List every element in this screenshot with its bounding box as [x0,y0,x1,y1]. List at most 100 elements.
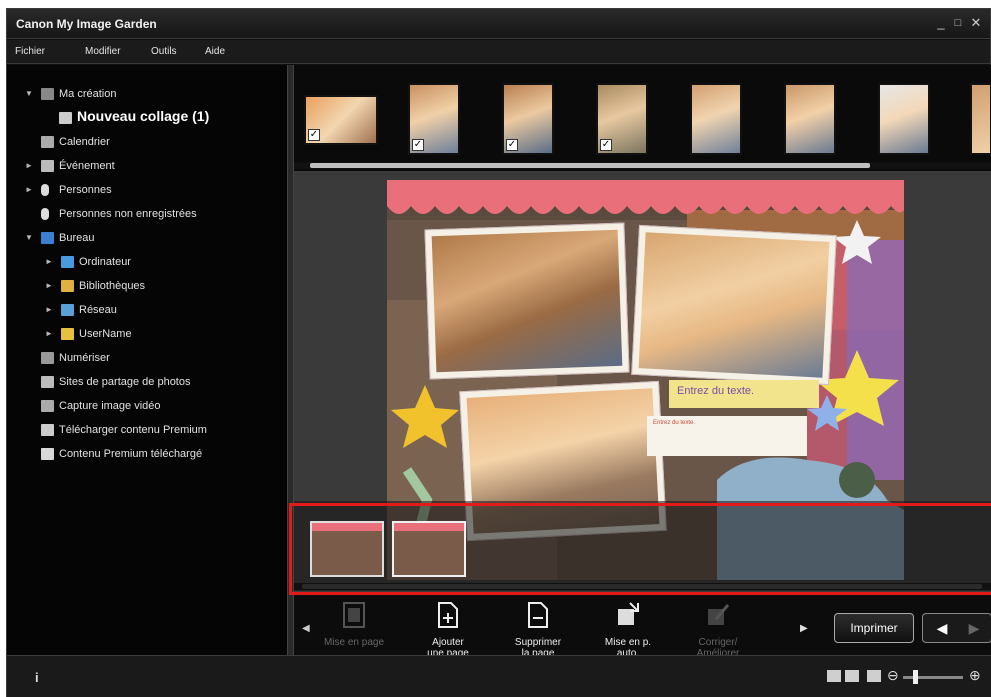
scan-icon [41,352,54,364]
zoom-in-icon[interactable]: ⊕ [969,667,981,684]
download-premium-icon [41,424,54,436]
menu-outils[interactable]: Outils [151,46,177,57]
unregistered-person-icon [41,208,49,220]
sidebar-item-label: Sites de partage de photos [59,376,191,388]
previous-page-icon[interactable]: ◀ [927,618,957,638]
page-thumbnail[interactable] [310,521,384,577]
photo-image [692,85,740,153]
menu-aide[interactable]: Aide [205,46,225,57]
checkbox-checked-icon[interactable]: ✓ [308,129,320,141]
photo-thumbnail[interactable] [970,83,991,155]
sidebar-item-label: Bibliothèques [79,280,146,292]
photo-thumbnail[interactable]: ✓ [408,83,460,155]
expand-arrow-icon[interactable]: ► [45,325,53,343]
toolbar-scroll-left-icon[interactable]: ◀ [302,623,310,634]
photo-thumbnail[interactable]: ✓ [304,95,378,145]
creation-icon [41,88,54,100]
correct-enhance-button[interactable]: Corriger/Améliorer [678,595,758,659]
photo-thumbnail[interactable] [784,83,836,155]
photo-thumbnail-strip: ✓ ✓ ✓ ✓ [294,65,991,171]
text-box-large[interactable]: Entrez du texte. [669,380,819,408]
next-page-icon[interactable]: ▶ [959,618,989,638]
network-icon [61,304,74,316]
delete-page-button[interactable]: Supprimer la page [498,595,578,659]
checkbox-checked-icon[interactable]: ✓ [506,139,518,151]
sidebar-item-label: Numériser [59,352,110,364]
status-bar: i ⊖ ⊕ [7,655,991,697]
photo-thumbnail[interactable] [690,83,742,155]
toolbar-scroll-right-icon[interactable]: ▶ [800,623,808,634]
bottom-toolbar: ◀ Mise en page Ajouter une page Supprimer… [294,595,991,659]
maximize-icon[interactable]: □ [951,15,965,31]
photo-image [638,232,830,378]
photo-thumbnail[interactable]: ✓ [502,83,554,155]
checkbox-checked-icon[interactable]: ✓ [412,139,424,151]
minimize-icon[interactable]: _ [934,15,948,31]
photo-image [880,85,928,153]
view-single-icon[interactable] [827,670,841,682]
text-box-small[interactable]: Entrez du texte. [647,416,807,456]
calendar-icon [41,136,54,148]
panel-splitter[interactable] [287,65,294,655]
menu-fichier[interactable]: Fichier [15,46,45,57]
sidebar-item-label: Personnes [59,184,112,196]
fit-to-window-icon[interactable] [867,670,881,682]
sidebar-item-label: Capture image vidéo [59,400,161,412]
zoom-out-icon[interactable]: ⊖ [887,667,899,684]
scrollbar-thumb[interactable] [310,163,870,168]
menu-modifier[interactable]: Modifier [85,46,121,57]
collage-photo[interactable] [424,222,630,380]
photo-image [431,229,623,373]
print-button[interactable]: Imprimer [834,613,914,643]
zoom-slider[interactable] [903,676,963,679]
sidebar-item-label: Télécharger contenu Premium [59,424,207,436]
title-bar: Canon My Image Garden _ □ ✕ [7,9,990,39]
video-capture-icon [41,400,54,412]
edit-canvas-area: Entrez du texte. Entrez du texte. [294,171,991,580]
correct-enhance-icon [708,604,730,625]
expand-arrow-icon[interactable]: ▼ [25,229,33,247]
main-panel: ✓ ✓ ✓ ✓ Entrez du texte. Entrez du texte… [289,65,991,659]
computer-icon [61,256,74,268]
thumbnail-scrollbar[interactable] [294,162,991,169]
photo-thumbnail[interactable]: ✓ [596,83,648,155]
sidebar-item-label: Personnes non enregistrées [59,208,197,220]
info-icon[interactable]: i [35,670,39,685]
sidebar-item-label: Ma création [59,88,117,100]
add-page-button[interactable]: Ajouter une page [408,595,488,659]
zoom-slider-handle[interactable] [913,670,918,684]
page-thumbnail-selected[interactable] [392,521,466,577]
expand-arrow-icon[interactable]: ► [25,181,33,199]
photo-image [786,85,834,153]
expand-arrow-icon[interactable]: ► [25,157,33,175]
collage-photo[interactable] [631,224,837,386]
sidebar-item-label: Ordinateur [79,256,131,268]
sidebar-item-label: Réseau [79,304,117,316]
close-icon[interactable]: ✕ [969,15,983,31]
scrollbar-thumb[interactable] [302,584,982,589]
checkbox-checked-icon[interactable]: ✓ [600,139,612,151]
add-page-icon [438,602,458,628]
photo-image [972,85,990,153]
layout-button[interactable]: Mise en page [314,595,394,655]
expand-arrow-icon[interactable]: ► [45,253,53,271]
view-double-icon[interactable] [845,670,859,682]
page-banner [312,523,382,531]
page-banner [394,523,464,531]
window-title: Canon My Image Garden [16,17,157,31]
photo-thumbnail[interactable] [878,83,930,155]
desktop-icon [41,232,54,244]
page-thumbnail-strip [289,501,991,595]
auto-layout-icon [618,602,639,625]
page-strip-scrollbar[interactable] [294,583,991,590]
expand-arrow-icon[interactable]: ► [45,301,53,319]
app-window: Canon My Image Garden _ □ ✕ Fichier Modi… [6,8,991,697]
sidebar-item-label: UserName [79,328,132,340]
page-nav-buttons: ◀ ▶ [922,613,991,643]
auto-layout-button[interactable]: Mise en p. auto. [588,595,668,659]
delete-page-icon [528,602,548,628]
expand-arrow-icon[interactable]: ► [45,277,53,295]
sidebar-item-label: Nouveau collage (1) [77,108,210,124]
premium-folder-icon [41,448,54,460]
expand-arrow-icon[interactable]: ▼ [25,85,33,103]
